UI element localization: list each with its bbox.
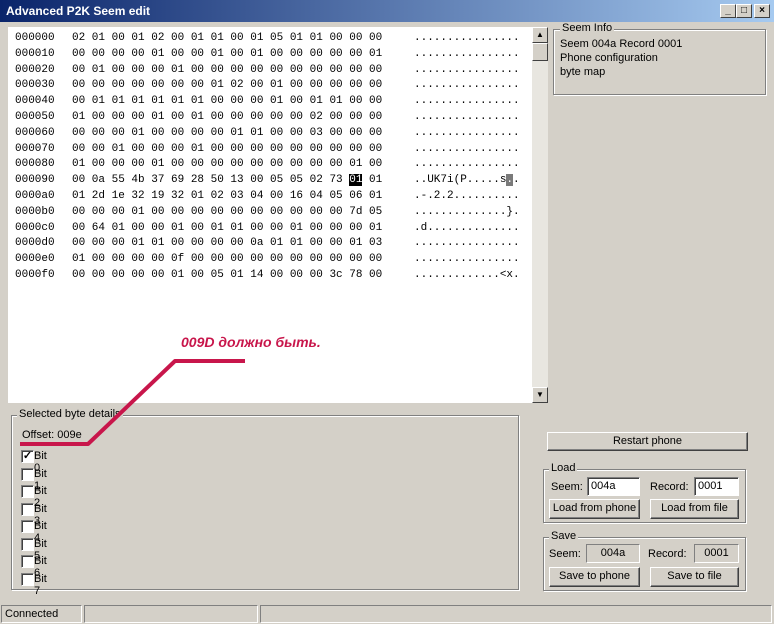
annotation-overlay	[20, 359, 245, 446]
annotation-arrow-line	[20, 359, 245, 446]
annotation-text: 009D должно быть.	[181, 334, 321, 350]
